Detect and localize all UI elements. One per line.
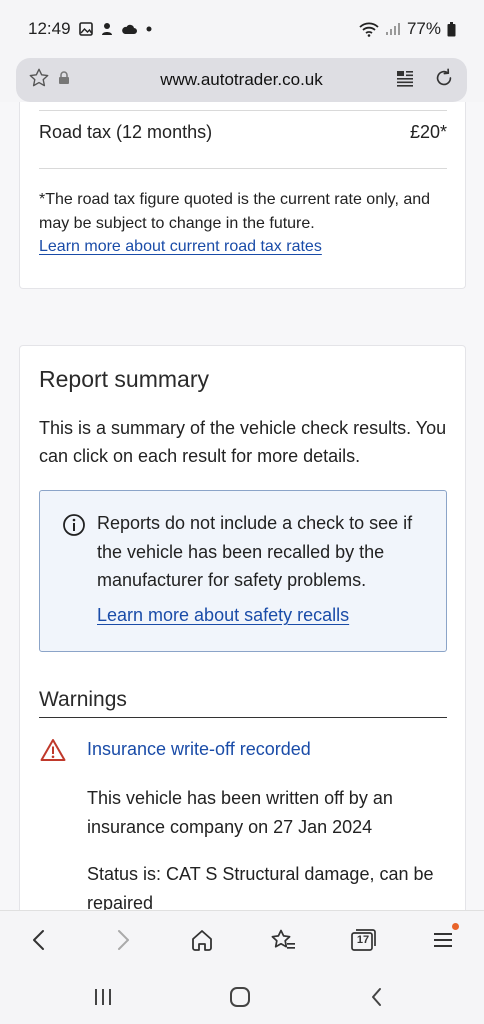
insurance-write-off-link[interactable]: Insurance write-off recorded bbox=[87, 739, 311, 760]
bookmarks-icon[interactable] bbox=[268, 925, 298, 955]
warnings-heading: Warnings bbox=[39, 688, 127, 711]
notification-app-icon bbox=[101, 22, 113, 36]
info-icon bbox=[62, 513, 86, 542]
home-icon[interactable] bbox=[187, 925, 217, 955]
lock-icon[interactable] bbox=[58, 70, 70, 90]
write-off-description: This vehicle has been written off by an … bbox=[87, 788, 393, 837]
tab-count: 17 bbox=[356, 934, 370, 946]
safety-recalls-link[interactable]: Learn more about safety recalls bbox=[97, 605, 349, 626]
bookmark-star-icon[interactable] bbox=[28, 67, 50, 94]
battery-icon bbox=[447, 21, 456, 37]
back-arrow-icon[interactable] bbox=[24, 925, 54, 955]
road-tax-card: Road tax (12 months) £20* *The road tax … bbox=[19, 102, 466, 289]
notification-dot bbox=[452, 923, 459, 930]
home-button-icon[interactable] bbox=[225, 982, 255, 1012]
road-tax-rates-link[interactable]: Learn more about current road tax rates bbox=[39, 238, 322, 255]
divider bbox=[39, 717, 447, 718]
tabs-icon[interactable]: 17 bbox=[348, 925, 378, 955]
road-tax-row: Road tax (12 months) £20* bbox=[39, 122, 447, 143]
forward-arrow-icon[interactable] bbox=[108, 925, 138, 955]
reader-mode-icon[interactable] bbox=[395, 68, 415, 93]
road-tax-value: £20* bbox=[409, 122, 447, 142]
recall-info-box: Reports do not include a check to see if… bbox=[39, 490, 447, 652]
page-content: Road tax (12 months) £20* *The road tax … bbox=[0, 102, 484, 910]
status-bar: 12:49 77% bbox=[0, 0, 484, 58]
report-summary-title: Report summary bbox=[39, 366, 209, 392]
status-time: 12:49 bbox=[28, 19, 71, 38]
divider bbox=[39, 110, 447, 111]
more-notifications-icon bbox=[145, 25, 153, 33]
road-tax-note: *The road tax figure quoted is the curre… bbox=[39, 191, 431, 232]
report-summary-card: Report summary This is a summary of the … bbox=[19, 345, 466, 910]
reload-icon[interactable] bbox=[433, 67, 455, 94]
url-bar[interactable]: www.autotrader.co.uk bbox=[16, 58, 467, 102]
system-navigation-bar bbox=[0, 970, 484, 1024]
battery-percent: 77% bbox=[406, 19, 441, 38]
menu-icon[interactable] bbox=[428, 923, 459, 955]
road-tax-note-block: *The road tax figure quoted is the curre… bbox=[39, 188, 447, 259]
divider bbox=[39, 168, 447, 169]
browser-toolbar: 17 bbox=[0, 910, 484, 970]
gallery-icon bbox=[78, 22, 93, 36]
wifi-icon bbox=[359, 21, 379, 37]
road-tax-label: Road tax (12 months) bbox=[39, 122, 213, 142]
cloud-icon bbox=[121, 24, 137, 35]
signal-icon bbox=[385, 22, 401, 36]
write-off-status: Status is: CAT S Structural damage, can … bbox=[87, 864, 434, 910]
warning-triangle-icon bbox=[40, 738, 66, 767]
system-back-icon[interactable] bbox=[362, 982, 392, 1012]
recall-info-text: Reports do not include a check to see if… bbox=[97, 513, 413, 590]
recent-apps-icon[interactable] bbox=[88, 982, 118, 1012]
report-summary-description: This is a summary of the vehicle check r… bbox=[39, 418, 447, 466]
